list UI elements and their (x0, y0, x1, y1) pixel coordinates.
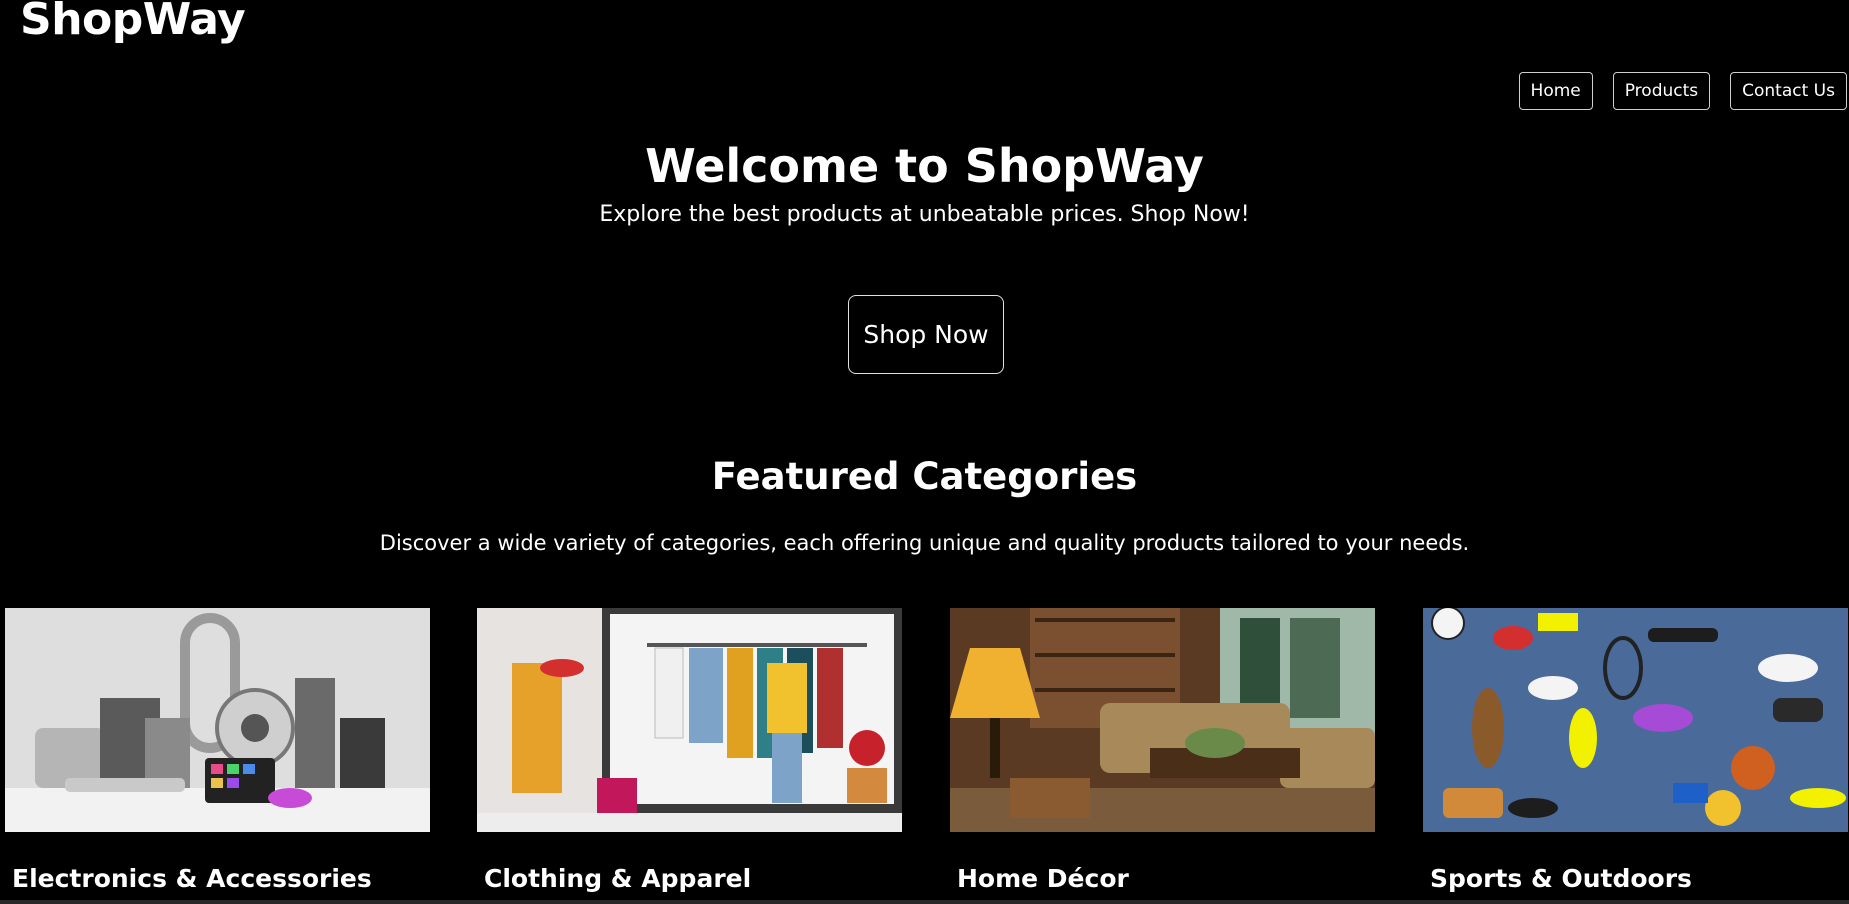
home-decor-image (950, 608, 1375, 832)
clothing-image (477, 608, 902, 832)
hero-subtitle: Explore the best products at unbeatable … (599, 201, 1250, 227)
nav-products-button[interactable]: Products (1612, 72, 1711, 110)
hero-section: Welcome to ShopWay Explore the best prod… (0, 140, 1849, 227)
electronics-image (5, 608, 430, 832)
featured-title: Featured Categories (711, 455, 1138, 498)
category-label-electronics: Electronics & Accessories (12, 864, 372, 893)
hero-title: Welcome to ShopWay (645, 139, 1204, 193)
category-label-clothing: Clothing & Apparel (484, 864, 752, 893)
category-card-home-decor[interactable]: Home Décor (950, 608, 1375, 891)
category-card-electronics[interactable]: Electronics & Accessories (5, 608, 430, 891)
category-label-home-decor: Home Décor (957, 864, 1129, 893)
category-label-sports: Sports & Outdoors (1430, 864, 1692, 893)
bottom-scroll-edge (0, 900, 1849, 904)
sports-image (1423, 608, 1848, 832)
brand-logo[interactable]: ShopWay (20, 0, 246, 42)
nav-home-button[interactable]: Home (1518, 72, 1593, 110)
nav-contact-button[interactable]: Contact Us (1730, 72, 1847, 110)
page: ShopWay Home Products Contact Us Welcome… (0, 0, 1849, 904)
featured-description: Discover a wide variety of categories, e… (379, 530, 1470, 555)
category-card-sports[interactable]: Sports & Outdoors (1423, 608, 1848, 891)
top-nav: Home Products Contact Us (1518, 72, 1847, 110)
featured-section: Featured Categories Discover a wide vari… (0, 455, 1849, 555)
category-card-clothing[interactable]: Clothing & Apparel (477, 608, 902, 891)
shop-now-button[interactable]: Shop Now (848, 295, 1004, 374)
